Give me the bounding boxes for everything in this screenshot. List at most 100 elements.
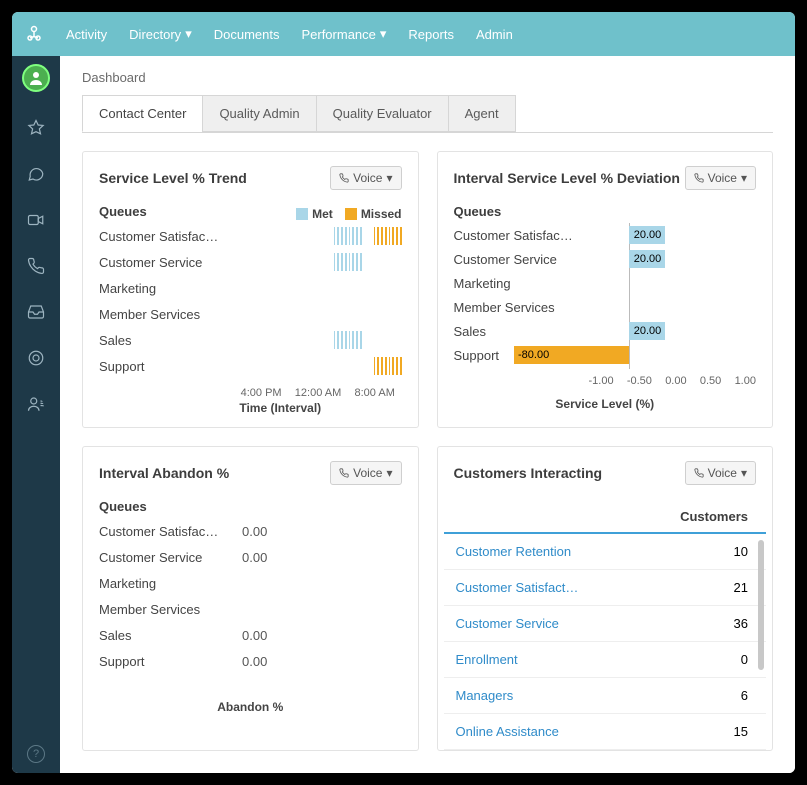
queue-label: Customer Satisfac…	[99, 524, 234, 539]
abandon-value: 0.00	[242, 550, 267, 565]
chevron-down-icon: ▾	[741, 466, 747, 480]
nav-directory[interactable]: Directory▾	[129, 26, 192, 42]
queue-label: Member Services	[99, 602, 234, 617]
voice-filter-button[interactable]: Voice▾	[330, 166, 401, 190]
legend-met: Met	[312, 207, 333, 221]
queues-heading: Queues	[454, 204, 757, 219]
card-title: Customers Interacting	[454, 465, 603, 481]
voice-label: Voice	[353, 466, 382, 480]
voice-label: Voice	[708, 466, 737, 480]
queue-link[interactable]: Managers	[456, 688, 514, 703]
queue-label: Marketing	[99, 576, 234, 591]
help-icon[interactable]: ?	[27, 745, 45, 763]
tab-contact-center[interactable]: Contact Center	[82, 95, 203, 132]
deviation-bar: 20.00	[629, 322, 665, 340]
card-customers-interacting: Customers Interacting Voice▾ Customers C…	[437, 446, 774, 751]
customer-count: 36	[734, 616, 748, 631]
queue-row: Support0.00	[99, 648, 402, 674]
queue-label: Sales	[454, 324, 589, 339]
queue-row: Customer Service	[454, 247, 757, 271]
bar-met	[334, 253, 362, 271]
phone-icon[interactable]	[26, 256, 46, 276]
nav-performance[interactable]: Performance▾	[301, 26, 386, 42]
queue-label: Marketing	[454, 276, 589, 291]
queue-label: Sales	[99, 628, 234, 643]
queue-row: Marketing	[99, 275, 402, 301]
queue-link[interactable]: Customer Retention	[456, 544, 572, 559]
queue-label: Member Services	[454, 300, 589, 315]
nav-reports[interactable]: Reports	[408, 27, 454, 42]
card-service-level-deviation: Interval Service Level % Deviation Voice…	[437, 151, 774, 428]
queue-row: Customer Service	[99, 249, 402, 275]
tab-bar: Contact Center Quality Admin Quality Eva…	[60, 95, 795, 132]
queue-row: Customer Service0.00	[99, 544, 402, 570]
table-row: Online Assistance15	[444, 714, 767, 750]
queue-link[interactable]: Customer Service	[456, 616, 559, 631]
voice-filter-button[interactable]: Voice▾	[330, 461, 401, 485]
chevron-down-icon: ▾	[386, 171, 392, 185]
chevron-down-icon: ▾	[741, 171, 747, 185]
tab-quality-admin[interactable]: Quality Admin	[202, 95, 316, 132]
tick: 8:00 AM	[355, 387, 395, 399]
queue-row: Sales	[454, 319, 757, 343]
nav-documents[interactable]: Documents	[214, 27, 280, 42]
queue-row: Member Services	[99, 301, 402, 327]
chat-icon[interactable]	[26, 164, 46, 184]
chart-legend: Met Missed	[296, 207, 401, 221]
breadcrumb: Dashboard	[60, 56, 795, 95]
deviation-bar: 20.00	[629, 226, 665, 244]
queue-label: Marketing	[99, 281, 234, 296]
scrollbar[interactable]	[758, 540, 764, 670]
queue-link[interactable]: Customer Satisfact…	[456, 580, 579, 595]
video-icon[interactable]	[26, 210, 46, 230]
nav-label: Activity	[66, 27, 107, 42]
queue-row: Marketing	[99, 570, 402, 596]
queue-link[interactable]: Online Assistance	[456, 724, 559, 739]
nav-admin[interactable]: Admin	[476, 27, 513, 42]
tick: 0.50	[700, 375, 721, 387]
inbox-icon[interactable]	[26, 302, 46, 322]
voice-filter-button[interactable]: Voice ▾	[685, 166, 756, 190]
customers-table: Customer Retention 10 Customer Satisfact…2…	[444, 534, 767, 750]
voice-label: Voice	[708, 171, 737, 185]
star-icon[interactable]	[26, 118, 46, 138]
queue-link[interactable]: Enrollment	[456, 652, 518, 667]
nav-label: Performance	[301, 27, 375, 42]
nav-label: Admin	[476, 27, 513, 42]
tab-agent[interactable]: Agent	[448, 95, 516, 132]
nav-label: Documents	[214, 27, 280, 42]
queue-row: Sales0.00	[99, 622, 402, 648]
body: ? Dashboard Contact Center Quality Admin…	[12, 56, 795, 773]
table-row: Customer Retention 10	[444, 534, 767, 570]
phone-icon	[694, 173, 704, 183]
queue-label: Customer Satisfac…	[454, 228, 589, 243]
voice-filter-button[interactable]: Voice ▾	[685, 461, 756, 485]
queue-row: Sales	[99, 327, 402, 353]
card-service-level-trend: Service Level % Trend Voice▾ Queues Met …	[82, 151, 419, 428]
table-row: Customer Service 36	[444, 606, 767, 642]
customer-count: 0	[741, 652, 748, 667]
table-row: Customer Satisfact…21	[444, 570, 767, 606]
abandon-value: 0.00	[242, 654, 267, 669]
queue-row: Member Services	[454, 295, 757, 319]
x-axis-ticks: -1.00 -0.50 0.00 0.50 1.00	[589, 375, 757, 387]
top-navbar: Activity Directory▾ Documents Performanc…	[12, 12, 795, 56]
x-axis-ticks: 4:00 PM 12:00 AM 8:00 AM	[234, 387, 402, 399]
queue-row: Member Services	[99, 596, 402, 622]
phone-icon	[339, 468, 349, 478]
tick: -0.50	[627, 375, 652, 387]
left-rail: ?	[12, 56, 60, 773]
queue-row: Customer Satisfac…0.00	[99, 518, 402, 544]
abandon-rows: Customer Satisfac…0.00Customer Service0.…	[99, 518, 402, 674]
nav-label: Directory	[129, 27, 181, 42]
tick: 1.00	[735, 375, 756, 387]
table-row: Managers6	[444, 678, 767, 714]
cobrowse-icon[interactable]	[26, 394, 46, 414]
queue-label: Customer Service	[454, 252, 589, 267]
nav-activity[interactable]: Activity	[66, 27, 107, 42]
target-icon[interactable]	[26, 348, 46, 368]
queues-heading: Queues	[99, 499, 402, 514]
user-avatar[interactable]	[22, 64, 50, 92]
tab-quality-evaluator[interactable]: Quality Evaluator	[316, 95, 449, 132]
customer-count: 10	[734, 544, 748, 559]
